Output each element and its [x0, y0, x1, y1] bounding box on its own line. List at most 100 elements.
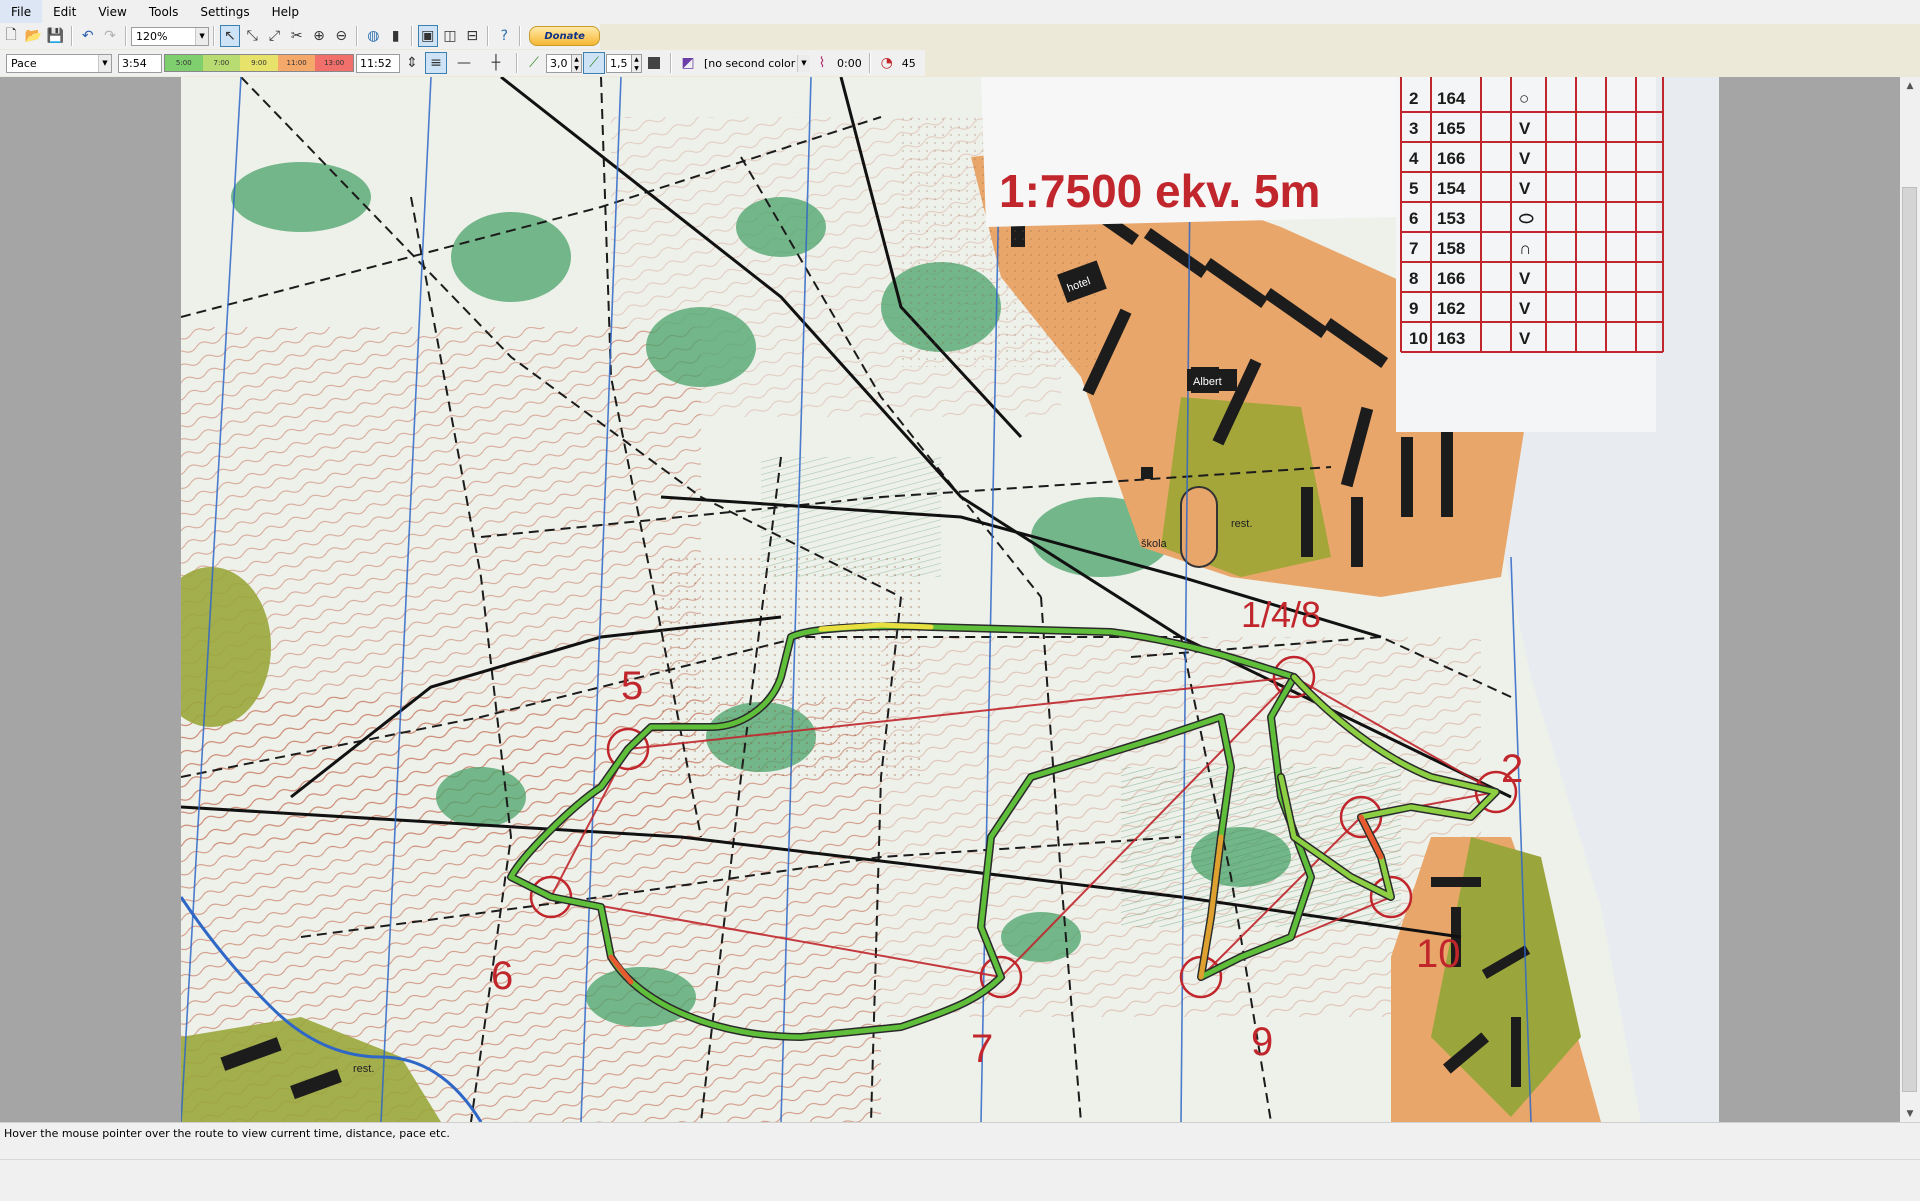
- map-viewport[interactable]: 1/4/8 2 5 6 7 9 10 hotel Albert škola re…: [0, 77, 1900, 1122]
- donate-button[interactable]: Donate: [529, 26, 600, 46]
- status-text: Hover the mouse pointer over the route t…: [4, 1127, 450, 1140]
- map-scale-text: 1:7500 ekv. 5m: [999, 165, 1320, 217]
- scroll-down-icon[interactable]: ▼: [1900, 1105, 1920, 1122]
- scale-tick: 5:00: [165, 55, 203, 71]
- table-cell-symbol: V: [1519, 329, 1531, 348]
- auto-range-icon[interactable]: ⇕: [401, 52, 423, 74]
- vertical-scrollbar[interactable]: ▲ ▼: [1900, 77, 1920, 1122]
- toolbar-separator: [516, 53, 518, 73]
- zoom-value: 120%: [135, 29, 168, 43]
- place-label: škola: [1141, 538, 1168, 550]
- table-cell-symbol: V: [1519, 149, 1531, 168]
- new-file-icon[interactable]: 🗋: [1, 25, 21, 47]
- toolbar-separator: [519, 26, 522, 46]
- chart-view-icon[interactable]: ⊟: [462, 25, 482, 47]
- line-style-marker-icon[interactable]: ┼: [481, 52, 511, 74]
- color-coding-select[interactable]: Pace ▼: [6, 53, 112, 73]
- undo-icon[interactable]: ↶: [78, 25, 98, 47]
- lap-icon[interactable]: ◔: [876, 52, 898, 74]
- color-coding-value: Pace: [11, 56, 37, 70]
- range-min-input[interactable]: 3:54: [118, 53, 162, 73]
- pace-color-scale[interactable]: 5:00 7:00 9:00 11:00 13:00: [164, 54, 354, 72]
- redo-icon[interactable]: ↷: [100, 25, 120, 47]
- table-cell-number: 6: [1409, 209, 1418, 228]
- table-cell-symbol: ○: [1519, 89, 1529, 108]
- mask-width-spinner[interactable]: 1,5 ▲ ▼: [606, 53, 642, 73]
- zoom-select[interactable]: 120% ▼: [130, 26, 210, 46]
- globe-icon[interactable]: ◍: [363, 25, 383, 47]
- adjust-route-icon[interactable]: ⤡: [242, 25, 262, 47]
- table-cell-code: 162: [1437, 299, 1465, 318]
- scale-tick: 7:00: [202, 55, 241, 71]
- properties-icon[interactable]: ▮: [385, 25, 405, 47]
- table-cell-number: 7: [1409, 239, 1418, 258]
- route-toolbar: Pace ▼ 3:54 5:00 7:00 9:00 11:00 13:00 1…: [0, 50, 925, 76]
- zoom-in-icon[interactable]: ⊕: [309, 25, 329, 47]
- place-label: rest.: [1231, 518, 1252, 530]
- toolbar-separator: [70, 26, 73, 46]
- spinner-arrows-icon[interactable]: ▲ ▼: [632, 53, 642, 73]
- scrollbar-thumb[interactable]: [1902, 187, 1917, 1092]
- zoom-out-icon[interactable]: ⊖: [331, 25, 351, 47]
- open-folder-icon[interactable]: 📂: [23, 25, 43, 47]
- table-cell-code: 165: [1437, 119, 1465, 138]
- place-label: Albert: [1193, 376, 1222, 388]
- table-cell-number: 3: [1409, 119, 1418, 138]
- table-cell-code: 166: [1437, 149, 1465, 168]
- split-view-icon[interactable]: ◫: [440, 25, 460, 47]
- menu-tools[interactable]: Tools: [138, 0, 190, 24]
- menu-view[interactable]: View: [87, 0, 137, 24]
- line-width-icon[interactable]: ⟋: [523, 52, 545, 74]
- scale-tick: 9:00: [240, 55, 278, 71]
- table-cell-symbol: V: [1519, 119, 1531, 138]
- route-line-icon[interactable]: ≡: [425, 52, 447, 74]
- table-cell-symbol: V: [1519, 299, 1531, 318]
- menu-settings[interactable]: Settings: [189, 0, 260, 24]
- table-cell-symbol: ∩: [1519, 239, 1531, 258]
- line-style-thin-icon[interactable]: —: [449, 52, 479, 74]
- spinner-arrows-icon[interactable]: ▲ ▼: [572, 53, 582, 73]
- second-color-icon[interactable]: ◩: [677, 52, 699, 74]
- line-width-input[interactable]: 3,0: [546, 53, 572, 73]
- scroll-up-icon[interactable]: ▲: [1900, 77, 1920, 94]
- bottom-panel: [0, 1159, 1920, 1201]
- chevron-down-icon[interactable]: ▼: [797, 54, 810, 72]
- map-view-icon[interactable]: ▣: [417, 25, 438, 47]
- smoothing-value[interactable]: 0:00: [834, 57, 865, 70]
- cut-route-icon[interactable]: ✂: [287, 25, 307, 47]
- chevron-down-icon[interactable]: ▼: [195, 27, 209, 45]
- range-max-input[interactable]: 11:52: [356, 53, 400, 73]
- toolbar-separator: [213, 26, 215, 46]
- orienteering-map[interactable]: 1/4/8 2 5 6 7 9 10 hotel Albert škola re…: [181, 77, 1719, 1122]
- chevron-down-icon[interactable]: ▼: [98, 54, 111, 72]
- table-cell-symbol: V: [1519, 269, 1531, 288]
- mask-width-input[interactable]: 1,5: [606, 53, 632, 73]
- table-cell-code: 166: [1437, 269, 1465, 288]
- menu-bar: File Edit View Tools Settings Help: [0, 0, 1920, 24]
- table-cell-symbol: ⬭: [1519, 209, 1534, 228]
- table-cell-code: 163: [1437, 329, 1465, 348]
- place-label: rest.: [353, 1063, 374, 1075]
- table-cell-symbol: V: [1519, 179, 1531, 198]
- table-cell-number: 4: [1409, 149, 1419, 168]
- lap-value[interactable]: 45: [899, 57, 919, 70]
- toolbar-separator: [410, 26, 413, 46]
- adjust-route-2-icon[interactable]: ⤢: [264, 25, 284, 47]
- smoothing-icon[interactable]: ⌇: [811, 52, 833, 74]
- second-color-select[interactable]: [no second color ▼: [700, 54, 810, 73]
- menu-file[interactable]: File: [0, 0, 43, 24]
- scale-tick: 13:00: [315, 55, 353, 71]
- mask-color-icon[interactable]: [643, 52, 665, 74]
- control-number: 2: [1501, 747, 1523, 791]
- table-cell-number: 9: [1409, 299, 1418, 318]
- menu-edit[interactable]: Edit: [42, 0, 87, 24]
- control-description-table: 2 164 ○ 3 165 V 4 166 V 5 154 V 6 153 ⬭ 7 158 ∩ 8 166 V 9 162 V…: [1396, 77, 1664, 432]
- mask-width-icon[interactable]: ⟋: [583, 52, 605, 74]
- line-width-spinner[interactable]: 3,0 ▲ ▼: [546, 53, 582, 73]
- help-icon[interactable]: ?: [494, 25, 514, 47]
- control-number: 5: [621, 664, 643, 708]
- map-image: 1/4/8 2 5 6 7 9 10 hotel Albert škola re…: [181, 77, 1719, 1122]
- menu-help[interactable]: Help: [261, 0, 310, 24]
- save-icon[interactable]: 💾: [45, 25, 65, 47]
- pointer-tool-icon[interactable]: ↖: [219, 25, 241, 47]
